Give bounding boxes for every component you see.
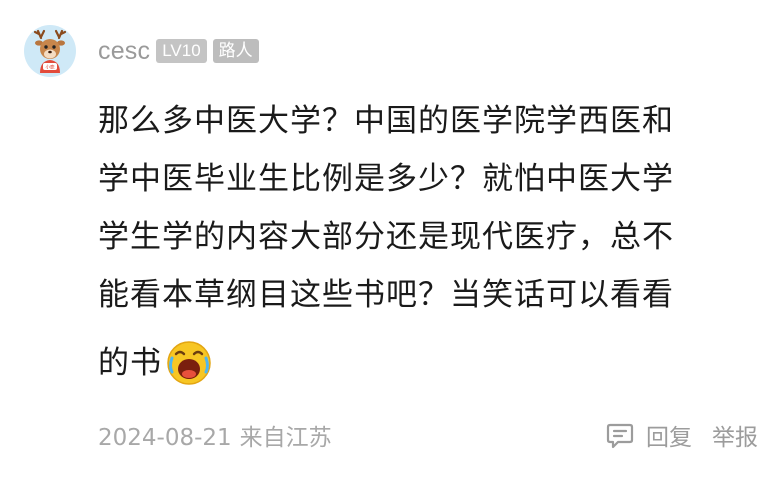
avatar[interactable]: 小鹿 [24,25,76,77]
comment-line: 学生学的内容大部分还是现代医疗，总不 [98,219,674,255]
comment-body: 那么多中医大学？中国的医学院学西医和 学中医毕业生比例是多少？就怕中医大学 学生… [98,92,738,392]
username[interactable]: cesc [98,37,150,66]
comment-date: 2024-08-21 [98,425,232,451]
comment-line: 的书 [98,345,162,381]
comment-line: 学中医毕业生比例是多少？就怕中医大学 [98,161,674,197]
comment-location: 来自江苏 [239,425,332,451]
svg-text:小鹿: 小鹿 [46,64,55,71]
comment-actions: 回复 举报 [604,418,758,452]
comment-meta: 2024-08-21 来自江苏 [98,418,332,452]
reply-button[interactable]: 回复 [604,418,692,452]
deer-mascot-icon: 小鹿 [33,29,67,73]
laughing-crying-emoji-icon [166,340,212,386]
report-label: 举报 [712,425,758,451]
role-badge: 路人 [212,39,259,63]
level-badge: LV10 [156,39,207,63]
comment-line: 能看本草纲目这些书吧？当笑话可以看看 [98,277,674,313]
reply-icon [606,423,634,449]
reply-label: 回复 [646,425,692,451]
comment-last-line: 的书 [98,334,738,392]
comment-card: 小鹿 cesc LV10 路人 那么多中医大学？中国的医学院学西医和 学中医毕业… [0,0,780,492]
comment-footer: 2024-08-21 来自江苏 回复 举报 [98,418,758,452]
user-line: cesc LV10 路人 [98,36,259,66]
report-button[interactable]: 举报 [712,418,758,452]
comment-line: 那么多中医大学？中国的医学院学西医和 [98,103,674,139]
